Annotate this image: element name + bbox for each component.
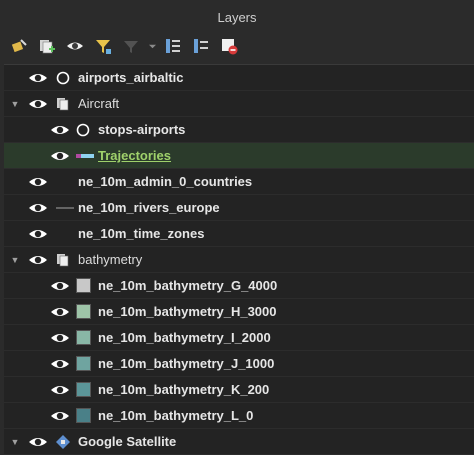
style-manager-icon[interactable]	[8, 35, 30, 57]
layer-row[interactable]: ne_10m_bathymetry_K_200	[4, 377, 474, 403]
eye-icon[interactable]	[50, 409, 70, 423]
filter-legend-icon[interactable]	[92, 35, 114, 57]
eye-icon[interactable]	[50, 357, 70, 371]
point-symbol-icon	[56, 71, 70, 84]
add-group-icon[interactable]	[36, 35, 58, 57]
eye-icon[interactable]	[28, 71, 48, 85]
fill-swatch	[76, 330, 91, 345]
layer-label: ne_10m_admin_0_countries	[78, 174, 253, 189]
trajectory-symbol-icon	[76, 153, 94, 158]
panel-title: Layers	[217, 10, 257, 25]
eye-icon[interactable]	[50, 305, 70, 319]
layer-row[interactable]: ne_10m_bathymetry_H_3000	[4, 299, 474, 325]
layer-label: Google Satellite	[78, 434, 177, 449]
fill-swatch	[76, 278, 91, 293]
layers-panel: Layers airports_airbaltic ▼ Aircraft sto…	[0, 0, 474, 455]
layer-row[interactable]: ne_10m_time_zones	[4, 221, 474, 247]
group-label: bathymetry	[78, 252, 143, 267]
filter-expression-icon[interactable]	[120, 35, 142, 57]
fill-swatch	[76, 304, 91, 319]
layer-label: ne_10m_bathymetry_H_3000	[98, 304, 277, 319]
layer-tree: airports_airbaltic ▼ Aircraft stops-airp…	[4, 64, 474, 455]
eye-icon[interactable]	[28, 253, 48, 267]
layers-toolbar	[8, 34, 240, 58]
layer-row-selected[interactable]: Trajectories	[4, 143, 474, 169]
layer-label: ne_10m_bathymetry_G_4000	[98, 278, 278, 293]
layer-label: stops-airports	[98, 122, 186, 137]
eye-icon[interactable]	[50, 279, 70, 293]
eye-icon[interactable]	[50, 383, 70, 397]
layer-row[interactable]: stops-airports	[4, 117, 474, 143]
chevron-down-icon[interactable]	[148, 35, 156, 57]
layer-row[interactable]: ne_10m_bathymetry_L_0	[4, 403, 474, 429]
layer-row[interactable]: airports_airbaltic	[4, 65, 474, 91]
layer-label: ne_10m_rivers_europe	[78, 200, 220, 215]
layer-row[interactable]: ne_10m_rivers_europe	[4, 195, 474, 221]
chevron-down-icon[interactable]: ▼	[10, 255, 20, 265]
point-symbol-icon	[76, 123, 90, 136]
expand-all-icon[interactable]	[162, 35, 184, 57]
remove-layer-icon[interactable]	[218, 35, 240, 57]
group-row[interactable]: ▼ bathymetry	[4, 247, 474, 273]
eye-icon[interactable]	[50, 331, 70, 345]
layer-row[interactable]: ▼ Google Satellite	[4, 429, 474, 455]
layer-label: ne_10m_bathymetry_I_2000	[98, 330, 271, 345]
group-label: Aircraft	[78, 96, 120, 111]
fill-swatch	[76, 356, 91, 371]
line-symbol-icon	[56, 206, 74, 209]
chevron-down-icon[interactable]: ▼	[10, 99, 20, 109]
layer-row[interactable]: ne_10m_bathymetry_I_2000	[4, 325, 474, 351]
chevron-down-icon[interactable]: ▼	[10, 437, 20, 447]
layer-label: ne_10m_bathymetry_K_200	[98, 382, 270, 397]
eye-icon[interactable]	[28, 227, 48, 241]
layer-label: ne_10m_bathymetry_L_0	[98, 408, 254, 423]
layer-row[interactable]: ne_10m_admin_0_countries	[4, 169, 474, 195]
layer-label: Trajectories	[98, 148, 171, 163]
eye-icon[interactable]	[28, 201, 48, 215]
layer-row[interactable]: ne_10m_bathymetry_G_4000	[4, 273, 474, 299]
eye-icon[interactable]	[50, 123, 70, 137]
eye-icon[interactable]	[28, 175, 48, 189]
manage-visibility-icon[interactable]	[64, 35, 86, 57]
raster-layer-icon	[56, 434, 70, 449]
eye-icon[interactable]	[28, 435, 48, 449]
layer-row[interactable]: ne_10m_bathymetry_J_1000	[4, 351, 474, 377]
group-row[interactable]: ▼ Aircraft	[4, 91, 474, 117]
group-icon	[57, 253, 69, 266]
layer-label: ne_10m_time_zones	[78, 226, 205, 241]
fill-swatch	[76, 408, 91, 423]
fill-swatch	[76, 382, 91, 397]
layer-label: airports_airbaltic	[78, 70, 184, 85]
eye-icon[interactable]	[28, 97, 48, 111]
group-icon	[57, 97, 69, 110]
eye-icon[interactable]	[50, 149, 70, 163]
layer-label: ne_10m_bathymetry_J_1000	[98, 356, 275, 371]
collapse-all-icon[interactable]	[190, 35, 212, 57]
